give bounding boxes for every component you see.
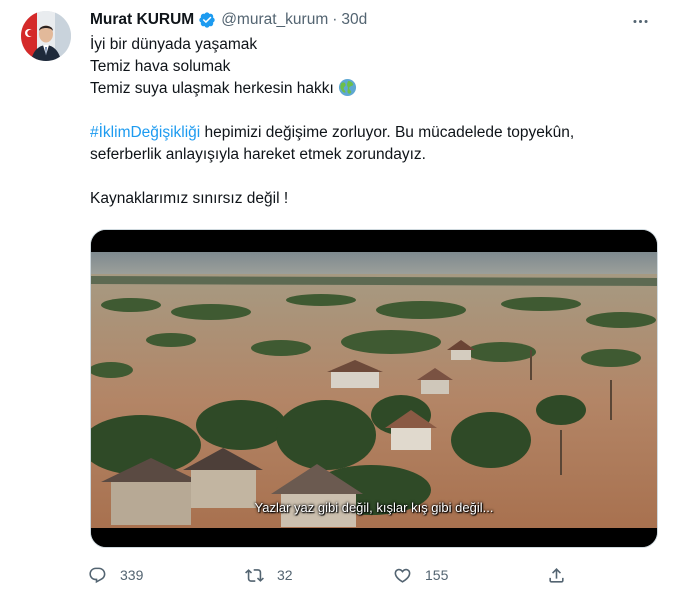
like-button[interactable]: 155	[393, 562, 448, 588]
media-subtitle: Yazlar yaz gibi değil, kışlar kış gibi d…	[254, 500, 494, 515]
share-button[interactable]	[547, 562, 566, 588]
tweet[interactable]: Murat KURUM @murat_kurum · 30d İyi bir d…	[0, 0, 679, 595]
like-count: 155	[425, 567, 449, 583]
separator-dot: ·	[332, 11, 338, 28]
tweet-line-4-text: hepimizi değişime zorluyor. Bu mücadeled…	[200, 124, 575, 141]
hashtag-link[interactable]: #İklimDeğişikliği	[90, 124, 200, 141]
globe-emoji-icon	[338, 78, 357, 97]
avatar[interactable]	[21, 11, 71, 61]
reply-count: 339	[120, 567, 144, 583]
retweet-button[interactable]: 32	[245, 562, 293, 588]
tweet-line-3: Temiz suya ulaşmak herkesin hakkı	[90, 78, 660, 100]
tweet-line-6: Kaynaklarımız sınırsız değil !	[90, 190, 289, 207]
tweet-line-2: Temiz hava solumak	[90, 58, 231, 75]
avatar-image	[21, 11, 71, 61]
tweet-line-3-text: Temiz suya ulaşmak herkesin hakkı	[90, 80, 334, 97]
share-icon	[549, 567, 564, 583]
like-heart-icon	[394, 568, 411, 583]
retweet-count: 32	[277, 567, 293, 583]
retweet-icon	[245, 568, 264, 582]
reply-icon	[89, 567, 106, 583]
handle[interactable]: @murat_kurum	[221, 11, 328, 29]
display-name[interactable]: Murat KURUM	[90, 11, 194, 29]
tweet-text: İyi bir dünyada yaşamak Temiz hava solum…	[90, 34, 660, 210]
verified-badge-icon	[198, 11, 216, 29]
more-options-button[interactable]	[629, 10, 651, 32]
more-dots-icon	[632, 19, 648, 23]
media-video[interactable]: Yazlar yaz gibi değil, kışlar kış gibi d…	[90, 229, 658, 548]
reply-button[interactable]: 339	[88, 562, 143, 588]
tweet-line-5: seferberlik anlayışıyla hareket etmek zo…	[90, 146, 426, 163]
action-bar: 339 32 155	[88, 562, 578, 588]
tweet-line-1: İyi bir dünyada yaşamak	[90, 36, 258, 53]
timestamp[interactable]: 30d	[341, 11, 367, 29]
tweet-header: Murat KURUM @murat_kurum · 30d	[90, 10, 367, 30]
tweet-line-4: #İklimDeğişikliği hepimizi değişime zorl…	[90, 122, 660, 144]
